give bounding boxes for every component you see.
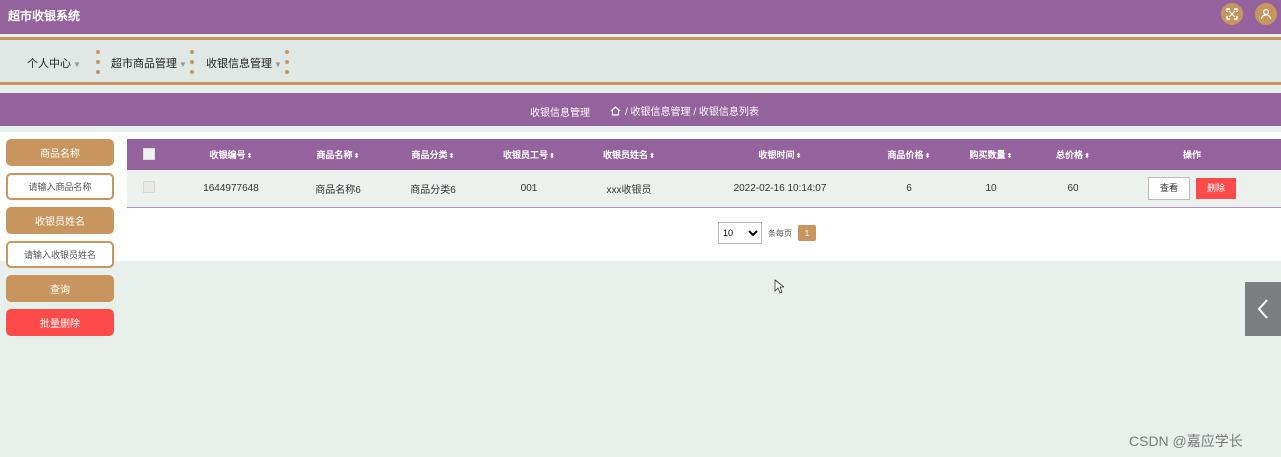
sort-icon: ⬍ xyxy=(1084,153,1090,160)
caret-down-icon: ▼ xyxy=(274,60,282,69)
nav-item-cashier-management[interactable]: 收银信息管理 ▼ xyxy=(206,55,282,71)
view-button[interactable]: 查看 xyxy=(1148,176,1190,200)
select-all-checkbox[interactable] xyxy=(143,147,155,160)
column-header[interactable]: 总价格⬍ xyxy=(1043,139,1103,170)
nav-item-personal-center[interactable]: 个人中心 ▼ xyxy=(27,55,81,71)
page-number-button[interactable]: 1 xyxy=(798,225,816,241)
nav-divider xyxy=(96,50,100,74)
cell-cashier-name: xxx收银员 xyxy=(606,184,652,196)
cell-id: 1644977648 xyxy=(203,182,259,194)
cell-price: 6 xyxy=(906,182,912,194)
breadcrumb-path: / 收银信息管理 / 收银信息列表 xyxy=(625,107,759,118)
mouse-cursor-icon xyxy=(774,279,784,294)
sort-icon: ⬍ xyxy=(549,153,555,160)
nav-item-label: 超市商品管理 xyxy=(111,58,177,70)
chevron-left-icon xyxy=(1257,299,1268,319)
app-title: 超市收银系统 xyxy=(8,9,81,23)
product-name-input[interactable] xyxy=(6,173,114,200)
sort-icon: ⬍ xyxy=(1006,153,1013,160)
nav-divider xyxy=(285,50,289,74)
watermark: CSDN @嘉应学长 xyxy=(1129,433,1243,449)
sort-icon: ⬍ xyxy=(353,153,360,160)
select-all-cell xyxy=(127,139,171,170)
caret-down-icon: ▼ xyxy=(179,60,187,69)
column-header[interactable]: 收银员姓名⬍ xyxy=(577,139,681,170)
table-header: 收银编号⬍ 商品名称⬍ 商品分类⬍ 收银员工号⬍ 收银员姓名⬍ 收银时间⬍ 商品… xyxy=(127,139,1281,170)
batch-delete-button[interactable]: 批量删除 xyxy=(6,309,114,336)
home-icon[interactable] xyxy=(610,105,621,116)
pagination: 10 条每页 1 xyxy=(718,222,816,244)
cell-category: 商品分类6 xyxy=(410,184,456,196)
nav-item-product-management[interactable]: 超市商品管理 ▼ xyxy=(111,55,187,71)
user-icon xyxy=(1260,8,1272,20)
column-header[interactable]: 收银时间⬍ xyxy=(681,139,879,170)
query-button[interactable]: 查询 xyxy=(6,275,114,302)
column-header[interactable]: 收银编号⬍ xyxy=(171,139,291,170)
column-header[interactable]: 商品名称⬍ xyxy=(291,139,385,170)
sort-icon: ⬍ xyxy=(924,153,931,160)
cell-total: 60 xyxy=(1067,182,1079,194)
fullscreen-icon xyxy=(1226,8,1238,20)
sort-icon: ⬍ xyxy=(246,153,253,160)
product-name-label: 商品名称 xyxy=(6,139,114,166)
user-button[interactable] xyxy=(1255,3,1277,25)
sort-icon: ⬍ xyxy=(795,153,802,160)
cashier-name-input[interactable] xyxy=(6,241,114,268)
row-checkbox[interactable] xyxy=(143,180,155,193)
column-header: 操作 xyxy=(1182,150,1201,160)
cell-time: 2022-02-16 10:14:07 xyxy=(733,182,827,194)
nav-divider xyxy=(190,50,194,74)
cell-qty: 10 xyxy=(985,182,997,194)
nav-item-label: 收银信息管理 xyxy=(206,58,272,70)
column-header[interactable]: 商品价格⬍ xyxy=(879,139,939,170)
caret-down-icon: ▼ xyxy=(73,60,81,69)
column-header[interactable]: 购买数量⬍ xyxy=(939,139,1043,170)
cell-cashier-no: 001 xyxy=(520,182,538,194)
cell-name: 商品名称6 xyxy=(315,184,361,196)
page-size-label: 条每页 xyxy=(768,228,792,238)
cell-actions: 查看 删除 xyxy=(1103,170,1281,207)
column-header[interactable]: 收银员工号⬍ xyxy=(481,139,577,170)
nav-bar: 个人中心 ▼ 超市商品管理 ▼ 收银信息管理 ▼ xyxy=(0,37,1281,85)
top-bar: 超市收银系统 xyxy=(0,0,1281,34)
breadcrumb: / 收银信息管理 / 收银信息列表 xyxy=(610,103,759,118)
fullscreen-button[interactable] xyxy=(1221,3,1243,25)
nav-item-label: 个人中心 xyxy=(27,58,71,70)
breadcrumb-bar: 收银信息管理 / 收银信息管理 / 收银信息列表 xyxy=(0,93,1281,126)
sort-icon: ⬍ xyxy=(649,153,655,160)
breadcrumb-section: 收银信息管理 xyxy=(530,108,590,119)
column-header[interactable]: 商品分类⬍ xyxy=(385,139,481,170)
cashier-table: 收银编号⬍ 商品名称⬍ 商品分类⬍ 收银员工号⬍ 收银员姓名⬍ 收银时间⬍ 商品… xyxy=(127,139,1281,208)
row-select-cell xyxy=(127,170,171,207)
delete-button[interactable]: 删除 xyxy=(1196,177,1236,199)
page-size-select[interactable]: 10 xyxy=(718,222,762,244)
cashier-name-label: 收银员姓名 xyxy=(6,207,114,234)
sort-icon: ⬍ xyxy=(448,153,455,160)
collapse-tab[interactable] xyxy=(1245,282,1281,336)
table-row: 1644977648 商品名称6 商品分类6 001 xxx收银员 2022-0… xyxy=(127,170,1281,207)
